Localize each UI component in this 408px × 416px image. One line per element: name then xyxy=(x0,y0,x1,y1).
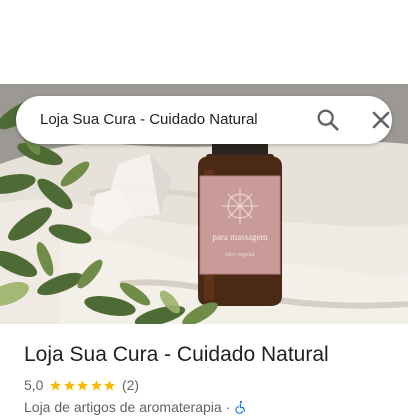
close-icon xyxy=(372,111,390,129)
review-count[interactable]: (2) xyxy=(122,377,139,393)
category-row: Loja de artigos de aromaterapia · xyxy=(24,398,248,416)
separator: · xyxy=(225,399,231,415)
search-query-text[interactable]: Loja Sua Cura - Cuidado Natural xyxy=(40,96,258,144)
bottle-label: para massagem xyxy=(212,232,267,242)
rating-stars xyxy=(49,379,117,392)
star-icon xyxy=(64,379,75,390)
bottle-sublabel: óleo vegetal xyxy=(225,252,254,258)
search-button[interactable] xyxy=(314,106,342,134)
rating-value: 5,0 xyxy=(24,377,44,393)
search-icon xyxy=(317,109,339,131)
rating-row[interactable]: 5,0 (2) xyxy=(24,376,139,394)
star-icon xyxy=(77,379,89,390)
star-icon xyxy=(91,379,102,390)
top-blank-area xyxy=(0,0,408,84)
place-category: Loja de artigos de aromaterapia xyxy=(24,399,222,415)
star-icon xyxy=(104,379,116,390)
place-title: Loja Sua Cura - Cuidado Natural xyxy=(24,343,329,366)
close-button[interactable] xyxy=(367,106,395,134)
search-bar[interactable]: Loja Sua Cura - Cuidado Natural xyxy=(16,96,392,144)
wheelchair-icon xyxy=(235,400,246,414)
star-icon xyxy=(50,379,62,390)
